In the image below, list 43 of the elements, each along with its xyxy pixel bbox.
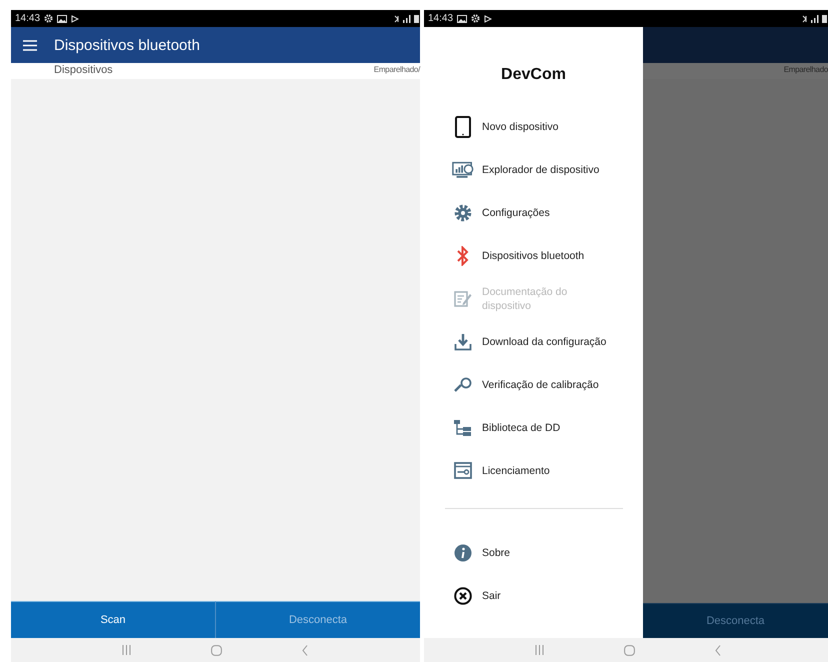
menu-item[interactable]: Dispositivos bluetooth: [424, 234, 643, 277]
monitor-icon: [452, 160, 474, 178]
menu-item[interactable]: Explorador de dispositivo: [424, 148, 643, 191]
menu-item[interactable]: Configurações: [424, 191, 643, 234]
signal-icon: [394, 14, 420, 23]
signal-icon: [802, 14, 828, 23]
document-edit-icon: [454, 290, 472, 308]
gear-icon: [471, 14, 480, 23]
menu-item[interactable]: Download da configuração: [424, 320, 643, 363]
column-header: Dispositivos: [54, 64, 113, 76]
recents-icon[interactable]: [535, 645, 544, 655]
home-icon[interactable]: [211, 644, 222, 656]
gear-icon: [454, 204, 472, 222]
play-icon: [71, 14, 80, 22]
gear-icon: [44, 14, 54, 23]
status-time: 14:43: [428, 13, 454, 24]
play-icon: [484, 14, 492, 22]
close-icon: [454, 586, 472, 604]
screen-title: Dispositivos bluetooth: [54, 36, 200, 54]
back-icon[interactable]: [302, 644, 308, 656]
scan-button[interactable]: Scan: [11, 601, 215, 638]
status-time: 14:43: [15, 13, 40, 24]
app-name: DevCom: [500, 66, 567, 84]
menu-icon[interactable]: [23, 40, 37, 50]
info-icon: [454, 544, 472, 562]
image-icon: [457, 14, 468, 22]
license-icon: [454, 462, 472, 479]
menu-item[interactable]: Verificação de calibração: [424, 363, 643, 406]
back-icon[interactable]: [715, 644, 721, 656]
bluetooth-icon: [457, 246, 469, 266]
menu-item[interactable]: Novo dispositivo: [424, 105, 643, 148]
home-icon[interactable]: [624, 644, 635, 656]
phone-icon: [455, 116, 471, 138]
download-icon: [454, 332, 472, 350]
column-header: Emparelhado: [784, 65, 828, 74]
menu-item[interactable]: Sair: [424, 574, 643, 617]
column-header: Emparelhado/: [374, 65, 420, 74]
menu-item[interactable]: Sobre: [424, 531, 643, 574]
tree-icon: [453, 418, 473, 436]
recents-icon[interactable]: [122, 645, 131, 655]
image-icon: [57, 14, 68, 22]
menu-item[interactable]: Licenciamento: [424, 449, 643, 492]
menu-item[interactable]: Biblioteca de DD: [424, 406, 643, 449]
